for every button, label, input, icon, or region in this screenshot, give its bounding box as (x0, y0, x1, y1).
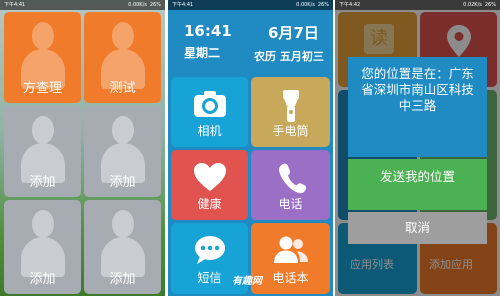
app-label: 相机 (197, 124, 222, 138)
status-speed: 0.00K/s (128, 2, 147, 8)
flashlight-icon (282, 90, 299, 122)
contact-tile-test[interactable]: 测试 (84, 12, 161, 103)
date-lunar: 农历 五月初三 (254, 50, 324, 63)
phone-icon (278, 163, 306, 194)
contact-label: 测试 (109, 81, 136, 96)
contact-tile-fangchali[interactable]: 方查理 (4, 12, 81, 103)
app-label: 电话 (278, 197, 303, 211)
status-battery: 26% (317, 2, 329, 8)
add-contact-tile[interactable]: 添加 (84, 200, 161, 294)
date-widget: 6月7日 农历 五月初三 (254, 22, 324, 64)
add-label: 添加 (29, 175, 56, 190)
add-contact-tile[interactable]: 添加 (4, 200, 81, 294)
location-screen: 下午4:42 0.02K/s 26% 读 应用列表 添加应用 您的位置是在：广东… (335, 0, 500, 296)
clock-time: 16:41 (184, 22, 232, 40)
add-label: 添加 (109, 272, 136, 287)
clock-weekday: 星期二 (184, 46, 221, 60)
app-camera[interactable]: 相机 (171, 77, 248, 147)
status-battery: 26% (149, 2, 161, 8)
add-contact-tile[interactable]: 添加 (84, 106, 161, 197)
app-label: 健康 (197, 197, 222, 211)
app-phone[interactable]: 电话 (251, 150, 330, 220)
heart-icon (193, 163, 226, 191)
watermark-logo: 有趣网 (232, 276, 262, 287)
status-time: 下午4:41 (4, 2, 26, 8)
add-label: 添加 (29, 272, 56, 287)
date-day: 6月7日 (268, 24, 319, 42)
send-location-button[interactable]: 发送我的位置 (348, 159, 487, 210)
message-icon (194, 236, 225, 264)
home-screen: 下午4:41 0.00K/s 26% 16:41 星期二 6月7日 农历 五月初… (168, 0, 333, 296)
status-battery: 26% (484, 2, 496, 8)
person-icon (99, 210, 147, 277)
app-contacts[interactable]: 电话本 (251, 223, 330, 294)
add-contact-tile[interactable]: 添加 (4, 106, 81, 197)
app-health[interactable]: 健康 (171, 150, 248, 220)
screenshot-collage: 下午4:41 0.00K/s 26% 方查理 测试 添加 添加 添加 添加 下午… (0, 0, 500, 296)
location-message: 您的位置是在：广东省深圳市南山区科技中三路 (348, 57, 487, 157)
camera-icon (193, 91, 226, 117)
status-speed: 0.00K/s (296, 2, 315, 8)
status-bar: 下午4:42 0.02K/s 26% (335, 0, 500, 10)
status-time: 下午4:41 (172, 2, 194, 8)
person-icon (19, 210, 67, 277)
app-flashlight[interactable]: 手电筒 (251, 77, 330, 147)
status-bar: 下午4:41 0.00K/s 26% (168, 0, 333, 10)
cancel-button[interactable]: 取消 (348, 212, 487, 244)
contact-label: 方查理 (22, 81, 62, 96)
status-time: 下午4:42 (339, 2, 361, 8)
clock-widget: 16:41 星期二 (184, 22, 232, 61)
contacts-screen: 下午4:41 0.00K/s 26% 方查理 测试 添加 添加 添加 添加 (0, 0, 165, 296)
app-label: 电话本 (272, 271, 309, 285)
app-label: 手电筒 (272, 124, 309, 138)
status-speed: 0.02K/s (463, 2, 482, 8)
contacts-icon (273, 236, 308, 263)
status-bar: 下午4:41 0.00K/s 26% (0, 0, 165, 10)
add-label: 添加 (109, 175, 136, 190)
